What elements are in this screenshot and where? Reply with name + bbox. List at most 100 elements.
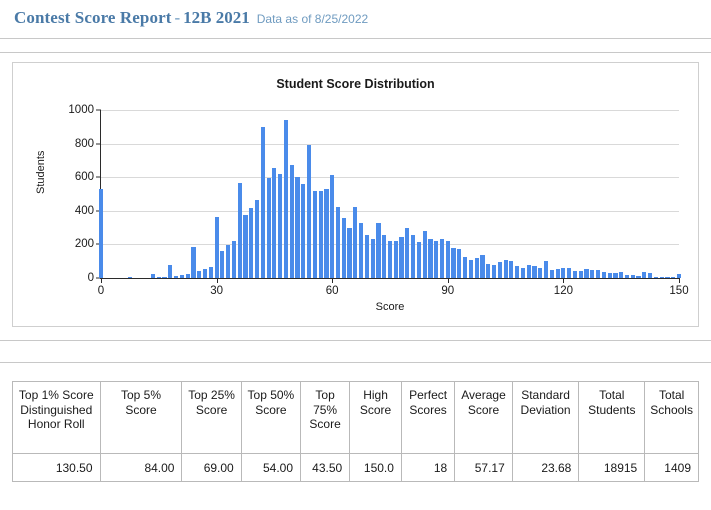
stats-cell: 130.50: [13, 454, 101, 482]
chart-bar: [677, 274, 681, 278]
chart-bar: [267, 178, 271, 278]
chart-bar: [319, 191, 323, 278]
y-tick-label: 400: [75, 205, 101, 217]
chart-bar: [191, 247, 195, 278]
chart-bar: [509, 261, 513, 278]
chart-bar: [463, 257, 467, 279]
x-axis-line: [100, 278, 680, 279]
chart-bar: [238, 183, 242, 278]
chart-bar: [654, 277, 658, 278]
chart-bar: [197, 271, 201, 278]
chart-bar: [665, 277, 669, 278]
stats-cell: 23.68: [512, 454, 579, 482]
chart-bar: [365, 235, 369, 278]
stats-column-header: Average Score: [455, 382, 513, 454]
chart-bar: [660, 277, 664, 278]
chart-bar: [261, 127, 265, 278]
stats-column-header: High Score: [350, 382, 402, 454]
y-tick-label: 1000: [68, 104, 101, 116]
stats-column-header: Total Students: [579, 382, 645, 454]
chart-bar: [226, 245, 230, 278]
stats-cell: 69.00: [182, 454, 241, 482]
chart-bar: [625, 275, 629, 278]
y-gridline: [101, 211, 679, 212]
chart-bar: [272, 168, 276, 278]
x-tick-label: 0: [98, 285, 104, 297]
chart-bar: [642, 272, 646, 278]
chart-bar: [579, 271, 583, 278]
stats-column-header: Total Schools: [645, 382, 699, 454]
data-as-of-label: Data as of 8/25/2022: [250, 12, 368, 26]
chart-y-axis-label: Students: [35, 151, 47, 194]
stats-cell: 150.0: [350, 454, 402, 482]
stats-column-header: Top 1% Score Distinguished Honor Roll: [13, 382, 101, 454]
chart-bar: [521, 268, 525, 278]
chart-bar: [376, 223, 380, 278]
chart-bar: [399, 237, 403, 278]
chart-bar: [556, 269, 560, 278]
chart-bar: [446, 241, 450, 278]
chart-bar: [584, 269, 588, 278]
chart-bar: [550, 270, 554, 278]
stats-cell: 43.50: [301, 454, 350, 482]
chart-bar: [561, 268, 565, 278]
x-tick-mark: [332, 278, 333, 283]
chart-panel: Student Score Distribution Students Scor…: [12, 62, 699, 327]
chart-bar: [608, 273, 612, 278]
chart-bar: [382, 235, 386, 278]
chart-bar: [440, 239, 444, 278]
stats-column-header: Top 50% Score: [241, 382, 300, 454]
stats-table-header-row: Top 1% Score Distinguished Honor RollTop…: [13, 382, 699, 454]
chart-bar: [417, 242, 421, 278]
chart-bar: [544, 261, 548, 278]
stats-table-wrap: Top 1% Score Distinguished Honor RollTop…: [12, 363, 699, 482]
y-tick-label: 600: [75, 171, 101, 183]
chart-bar: [284, 120, 288, 278]
chart-bar: [342, 218, 346, 278]
chart-bar: [388, 241, 392, 278]
chart-bar: [613, 273, 617, 278]
chart-bar: [567, 268, 571, 278]
chart-bar: [359, 223, 363, 278]
chart-bar: [532, 266, 536, 278]
chart-bar: [636, 276, 640, 278]
x-tick-label: 120: [554, 285, 573, 297]
x-tick-label: 90: [441, 285, 454, 297]
chart-bar: [278, 174, 282, 278]
chart-bar: [220, 251, 224, 278]
chart-bar: [394, 241, 398, 278]
chart-bar: [330, 175, 334, 278]
chart-bar: [232, 241, 236, 278]
chart-bar: [451, 248, 455, 278]
y-gridline: [101, 110, 679, 111]
table-row: 130.5084.0069.0054.0043.50150.01857.1723…: [13, 454, 699, 482]
stats-column-header: Top 25% Score: [182, 382, 241, 454]
chart-bar: [215, 217, 219, 278]
x-tick-label: 150: [669, 285, 688, 297]
x-tick-mark: [101, 278, 102, 283]
chart-bar: [590, 270, 594, 278]
stats-cell: 18915: [579, 454, 645, 482]
chart-bar: [480, 255, 484, 278]
chart-bar: [596, 270, 600, 278]
chart-bar: [619, 272, 623, 278]
chart-bar: [151, 274, 155, 278]
chart-bar: [295, 177, 299, 278]
stats-cell: 84.00: [100, 454, 182, 482]
chart-bar: [602, 272, 606, 278]
header-divider-bottom: [0, 52, 711, 53]
y-gridline: [101, 144, 679, 145]
chart-bar: [157, 277, 161, 278]
chart-bar: [411, 235, 415, 278]
y-gridline: [101, 177, 679, 178]
stats-cell: 54.00: [241, 454, 300, 482]
x-tick-label: 30: [210, 285, 223, 297]
chart-bar: [168, 265, 172, 278]
chart-bar: [186, 274, 190, 278]
header-divider-top: [0, 38, 711, 39]
chart-bar: [527, 265, 531, 278]
stats-column-header: Top 5% Score: [100, 382, 182, 454]
chart-bar: [498, 262, 502, 278]
chart-bar: [573, 271, 577, 278]
chart-bar: [428, 239, 432, 278]
